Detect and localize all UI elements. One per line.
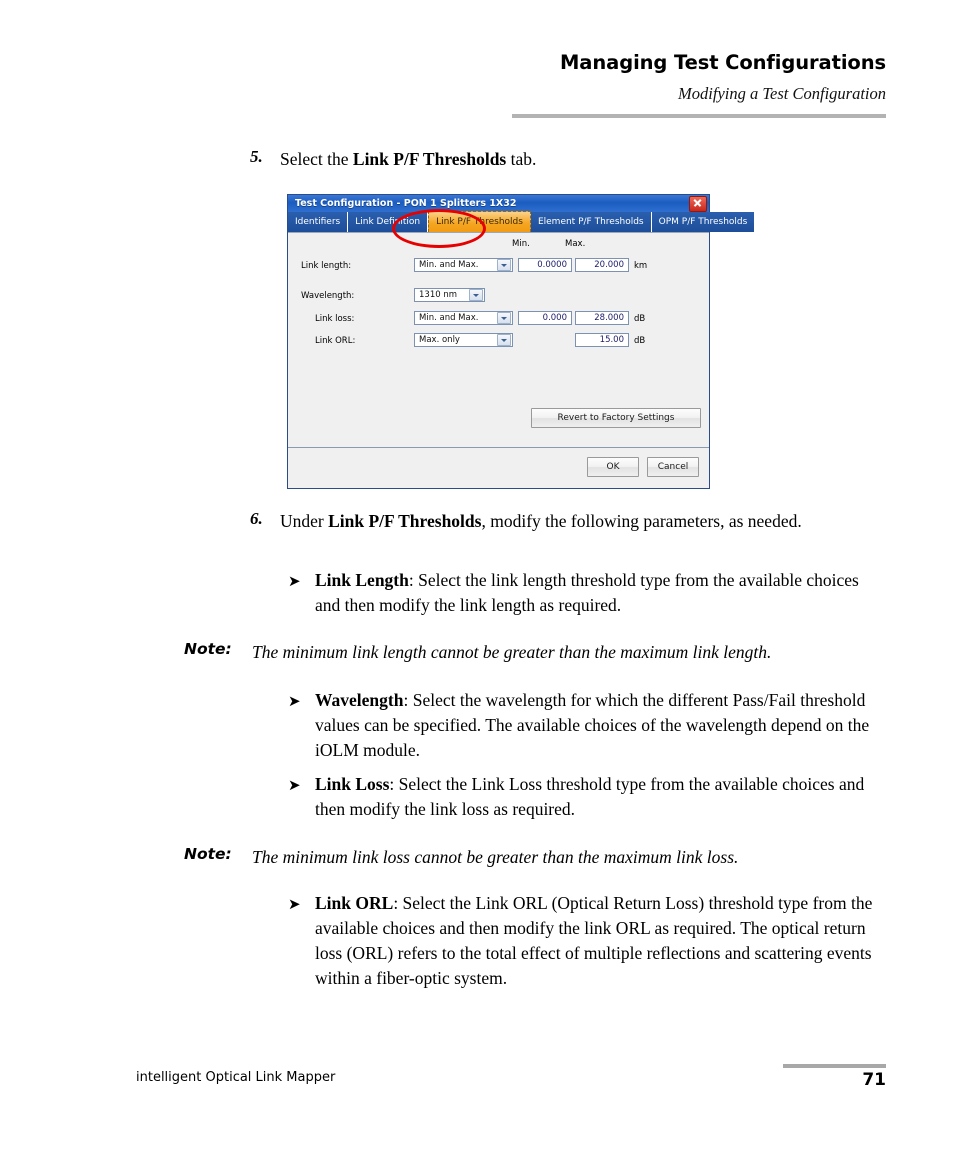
chevron-down-icon[interactable] bbox=[497, 259, 511, 271]
step-5: 5. Select the Link P/F Thresholds tab. bbox=[250, 147, 890, 172]
chevron-down-icon[interactable] bbox=[469, 289, 483, 301]
footer-divider bbox=[783, 1064, 886, 1068]
header-divider bbox=[512, 114, 886, 118]
tab-identifiers[interactable]: Identifiers bbox=[288, 212, 349, 232]
list-item-link-length: ➤ Link Length: Select the link length th… bbox=[288, 568, 888, 618]
link-loss-min-input[interactable]: 0.000 bbox=[518, 311, 572, 325]
tab-strip: Identifiers Link Definition Link P/F Thr… bbox=[288, 211, 756, 233]
link-orl-mode-select[interactable]: Max. only bbox=[414, 333, 513, 347]
step-5-number: 5. bbox=[250, 147, 263, 166]
link-loss-max-input[interactable]: 28.000 bbox=[575, 311, 629, 325]
arrow-bullet-icon: ➤ bbox=[288, 572, 301, 590]
link-loss-label: Link loss: bbox=[315, 314, 355, 324]
link-orl-label: Link ORL: bbox=[315, 336, 356, 346]
dialog-title: Test Configuration - PON 1 Splitters 1X3… bbox=[295, 198, 517, 209]
note-text-link-length: The minimum link length cannot be greate… bbox=[252, 642, 772, 662]
wavelength-value: 1310 nm bbox=[419, 290, 458, 300]
step-5-text-bold: Link P/F Thresholds bbox=[352, 149, 507, 169]
footer-product-name: intelligent Optical Link Mapper bbox=[136, 1070, 336, 1085]
chevron-down-icon[interactable] bbox=[497, 334, 511, 346]
bullet-term-link-orl: Link ORL bbox=[315, 893, 394, 913]
link-loss-unit: dB bbox=[634, 314, 646, 324]
bullet-text-link-orl: Link ORL: Select the Link ORL (Optical R… bbox=[315, 891, 888, 990]
note-link-length: Note: The minimum link length cannot be … bbox=[184, 640, 894, 665]
link-length-max-input[interactable]: 20.000 bbox=[575, 258, 629, 272]
bullet-text-wavelength: Wavelength: Select the wavelength for wh… bbox=[315, 688, 888, 763]
note-link-loss: Note: The minimum link loss cannot be gr… bbox=[184, 845, 894, 870]
list-item-link-orl: ➤ Link ORL: Select the Link ORL (Optical… bbox=[288, 891, 888, 990]
cancel-button[interactable]: Cancel bbox=[647, 457, 699, 477]
link-length-min-input[interactable]: 0.0000 bbox=[518, 258, 572, 272]
link-length-mode-select[interactable]: Min. and Max. bbox=[414, 258, 513, 272]
step-6-text-before: Under bbox=[280, 511, 329, 531]
column-header-min: Min. bbox=[512, 239, 530, 249]
arrow-bullet-icon: ➤ bbox=[288, 692, 301, 710]
step-6-text: Under Link P/F Thresholds, modify the fo… bbox=[280, 509, 802, 534]
ok-button[interactable]: OK bbox=[587, 457, 639, 477]
step-6-number: 6. bbox=[250, 509, 263, 528]
step-6-text-after: , modify the following parameters, as ne… bbox=[481, 511, 802, 531]
step-6-text-bold: Link P/F Thresholds bbox=[328, 511, 482, 531]
note-label: Note: bbox=[184, 845, 232, 863]
tab-opm-pf-thresholds[interactable]: OPM P/F Thresholds bbox=[651, 212, 756, 232]
link-orl-max-input[interactable]: 15.00 bbox=[575, 333, 629, 347]
bullet-text-link-length: Link Length: Select the link length thre… bbox=[315, 568, 888, 618]
note-text-link-loss: The minimum link loss cannot be greater … bbox=[252, 847, 739, 867]
bullet-body-link-loss: : Select the Link Loss threshold type fr… bbox=[315, 774, 865, 819]
bullet-text-link-loss: Link Loss: Select the Link Loss threshol… bbox=[315, 772, 888, 822]
step-5-text-before: Select the bbox=[280, 149, 353, 169]
step-5-text: Select the Link P/F Thresholds tab. bbox=[280, 147, 536, 172]
tab-element-pf-thresholds[interactable]: Element P/F Thresholds bbox=[530, 212, 652, 232]
wavelength-label: Wavelength: bbox=[301, 291, 355, 301]
page-title: Managing Test Configurations bbox=[560, 51, 886, 74]
close-icon[interactable] bbox=[689, 195, 707, 212]
page-header: Managing Test Configurations Modifying a… bbox=[0, 51, 886, 104]
link-orl-unit: dB bbox=[634, 336, 646, 346]
bullet-term-link-loss: Link Loss bbox=[315, 774, 390, 794]
test-configuration-dialog[interactable]: Test Configuration - PON 1 Splitters 1X3… bbox=[287, 194, 756, 489]
arrow-bullet-icon: ➤ bbox=[288, 776, 301, 794]
revert-to-factory-settings-button[interactable]: Revert to Factory Settings bbox=[531, 408, 701, 428]
bullet-term-wavelength: Wavelength bbox=[315, 690, 404, 710]
step-5-text-after: tab. bbox=[506, 149, 537, 169]
dialog-titlebar: Test Configuration - PON 1 Splitters 1X3… bbox=[288, 195, 709, 212]
link-length-unit: km bbox=[634, 261, 648, 271]
note-label: Note: bbox=[184, 640, 232, 658]
bullet-term-link-length: Link Length bbox=[315, 570, 409, 590]
link-orl-mode-value: Max. only bbox=[419, 335, 460, 345]
page-subtitle: Modifying a Test Configuration bbox=[678, 84, 886, 104]
bullet-body-link-orl: : Select the Link ORL (Optical Return Lo… bbox=[315, 893, 873, 988]
link-length-mode-value: Min. and Max. bbox=[419, 260, 479, 270]
dialog-footer: OK Cancel bbox=[288, 448, 709, 486]
step-6: 6. Under Link P/F Thresholds, modify the… bbox=[250, 509, 890, 534]
column-header-max: Max. bbox=[565, 239, 586, 249]
link-loss-mode-select[interactable]: Min. and Max. bbox=[414, 311, 513, 325]
link-length-label: Link length: bbox=[301, 261, 352, 271]
page-number: 71 bbox=[862, 1070, 886, 1090]
chevron-down-icon[interactable] bbox=[497, 312, 511, 324]
tab-link-definition[interactable]: Link Definition bbox=[348, 212, 429, 232]
dialog-body: Min. Max. Link length: Min. and Max. 0.0… bbox=[288, 233, 709, 448]
list-item-link-loss: ➤ Link Loss: Select the Link Loss thresh… bbox=[288, 772, 888, 822]
wavelength-select[interactable]: 1310 nm bbox=[414, 288, 485, 302]
link-loss-mode-value: Min. and Max. bbox=[419, 313, 479, 323]
arrow-bullet-icon: ➤ bbox=[288, 895, 301, 913]
tab-link-pf-thresholds[interactable]: Link P/F Thresholds bbox=[428, 211, 531, 232]
list-item-wavelength: ➤ Wavelength: Select the wavelength for … bbox=[288, 688, 888, 763]
